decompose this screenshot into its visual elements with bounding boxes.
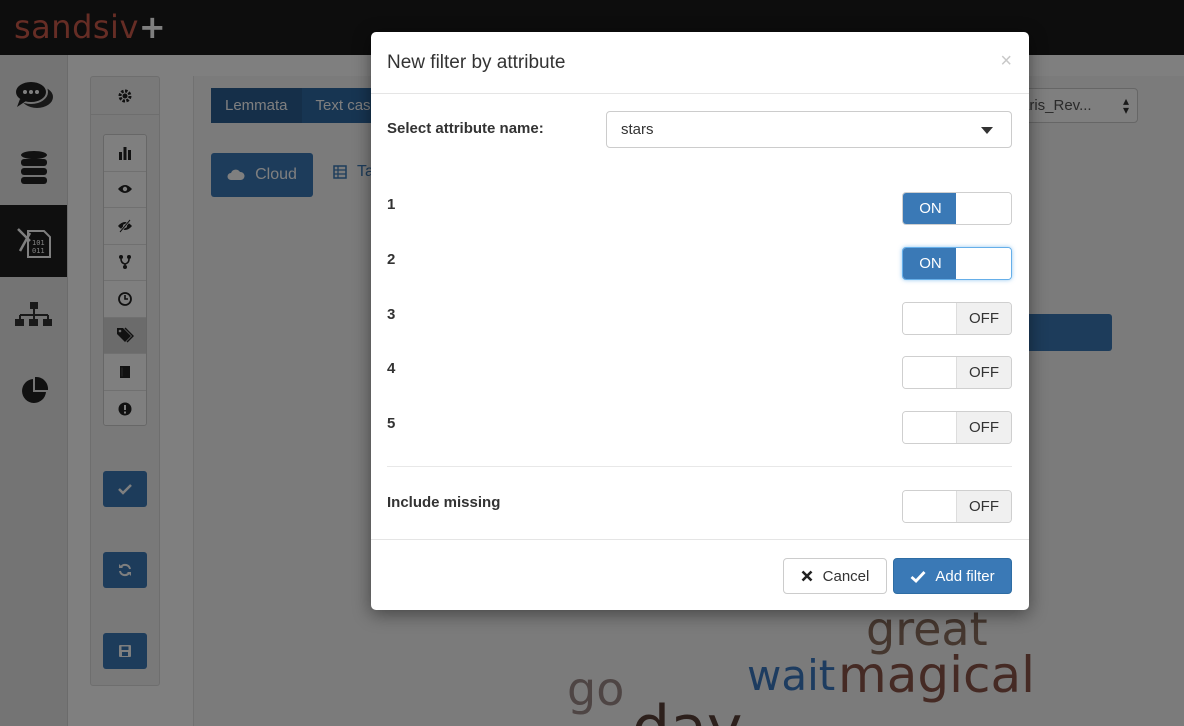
new-filter-dialog: New filter by attribute × Select attribu… bbox=[371, 32, 1029, 610]
dialog-title: New filter by attribute bbox=[387, 52, 566, 73]
value-toggle-5[interactable]: OFF bbox=[902, 411, 1012, 444]
toggle-handle bbox=[956, 193, 1011, 224]
value-toggle-1[interactable]: ON bbox=[902, 192, 1012, 225]
cancel-button[interactable]: Cancel bbox=[783, 558, 887, 594]
toggle-handle bbox=[956, 248, 1011, 279]
value-label-1: 1 bbox=[387, 196, 396, 213]
caret-down-icon bbox=[981, 127, 993, 134]
toggle-handle bbox=[903, 491, 958, 522]
toggle-handle bbox=[903, 303, 958, 334]
check-icon bbox=[910, 570, 926, 583]
toggle-handle bbox=[903, 357, 958, 388]
divider bbox=[387, 466, 1012, 467]
value-label-4: 4 bbox=[387, 360, 396, 377]
close-icon bbox=[801, 570, 813, 582]
value-label-3: 3 bbox=[387, 306, 396, 323]
dialog-header: New filter by attribute × bbox=[371, 32, 1029, 94]
add-filter-button[interactable]: Add filter bbox=[893, 558, 1012, 594]
toggle-state: OFF bbox=[956, 412, 1011, 443]
toggle-state: OFF bbox=[956, 491, 1011, 522]
include-missing-toggle[interactable]: OFF bbox=[902, 490, 1012, 523]
attribute-name-select[interactable]: stars bbox=[606, 111, 1012, 148]
value-toggle-3[interactable]: OFF bbox=[902, 302, 1012, 335]
toggle-state: ON bbox=[903, 248, 958, 279]
toggle-state: ON bbox=[903, 193, 958, 224]
toggle-handle bbox=[903, 412, 958, 443]
attribute-name-label: Select attribute name: bbox=[387, 120, 544, 137]
value-toggle-4[interactable]: OFF bbox=[902, 356, 1012, 389]
add-filter-label: Add filter bbox=[935, 567, 995, 585]
value-toggle-2[interactable]: ON bbox=[902, 247, 1012, 280]
toggle-state: OFF bbox=[956, 357, 1011, 388]
value-label-5: 5 bbox=[387, 415, 396, 432]
dialog-footer: Cancel Add filter bbox=[371, 539, 1029, 610]
toggle-state: OFF bbox=[956, 303, 1011, 334]
close-icon[interactable]: × bbox=[1000, 50, 1012, 73]
include-missing-label: Include missing bbox=[387, 494, 501, 511]
cancel-label: Cancel bbox=[822, 567, 870, 585]
value-label-2: 2 bbox=[387, 251, 396, 268]
attribute-name-value: stars bbox=[621, 121, 654, 138]
